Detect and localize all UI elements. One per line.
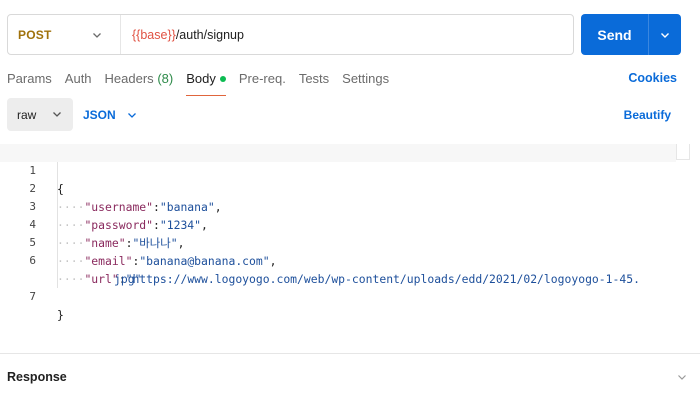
url-input[interactable]: {{base}}/auth/signup (121, 15, 573, 54)
response-section-title[interactable]: Response (7, 370, 67, 384)
chevron-down-icon (93, 33, 101, 38)
code-line: 7 } (0, 270, 63, 322)
url-variable: {{base}} (132, 27, 176, 42)
tab-label: Auth (64, 71, 92, 86)
chevron-down-icon (661, 32, 669, 38)
tab-label: Tests (298, 71, 330, 86)
send-button[interactable]: Send (581, 14, 648, 55)
tab-label: Headers (104, 71, 154, 86)
tab-params[interactable]: Params (7, 70, 52, 90)
tab-label: Params (7, 71, 52, 86)
tab-label: Body (186, 71, 216, 86)
body-language-label: JSON (83, 107, 116, 122)
beautify-button[interactable]: Beautify (624, 108, 671, 122)
tab-settings[interactable]: Settings (342, 70, 389, 90)
body-mode-select[interactable]: raw (7, 98, 73, 131)
tab-auth[interactable]: Auth (65, 70, 92, 90)
tab-pre-request[interactable]: Pre-req. (239, 70, 286, 90)
code-line: 3 ····"password":"1234", (0, 180, 208, 232)
chevron-down-icon[interactable] (676, 371, 688, 383)
code-line: 1 { (0, 144, 676, 196)
code-text: ····"url":"https://www.logoyogo.com/web/… (57, 272, 640, 286)
code-text: ····"email":"banana@banana.com", (57, 254, 277, 268)
code-line-wrapped: jpg" (0, 252, 141, 286)
active-dot-icon (219, 76, 226, 82)
code-line: 5 ····"email":"banana@banana.com", (0, 216, 276, 268)
send-options-button[interactable] (649, 14, 681, 55)
code-text: ····"password":"1234", (57, 218, 208, 232)
request-tabs: Params Auth Headers (8) Body Pre-req. Te… (7, 70, 402, 96)
pane-divider[interactable] (0, 353, 700, 354)
request-url-bar: POST {{base}}/auth/signup (7, 14, 574, 55)
body-mode-label: raw (17, 107, 37, 122)
body-language-select[interactable]: JSON (83, 98, 138, 131)
tab-headers[interactable]: Headers (8) (105, 70, 174, 90)
tab-body[interactable]: Body (186, 70, 226, 96)
code-line: 4 ····"name":"바나나", (0, 198, 184, 250)
code-text: } (57, 308, 64, 322)
chevron-down-icon (53, 112, 61, 117)
code-editor[interactable]: 1 { 2 ····"username":"banana", 3 ····"pa… (0, 144, 700, 352)
chevron-down-icon (127, 112, 136, 118)
method-select[interactable]: POST (8, 15, 121, 54)
method-label: POST (18, 27, 52, 42)
code-text: { (57, 182, 64, 196)
editor-scrollbar[interactable] (676, 144, 690, 160)
tab-label: Pre-req. (238, 71, 286, 86)
code-text: ····"name":"바나나", (57, 236, 185, 250)
url-path: /auth/signup (175, 27, 244, 42)
line-number: 7 (29, 290, 36, 303)
tab-tests[interactable]: Tests (299, 70, 329, 90)
cookies-link[interactable]: Cookies (628, 71, 677, 85)
code-line: 6 ····"url":"https://www.logoyogo.com/we… (0, 234, 640, 286)
code-text: jpg" (114, 272, 142, 286)
code-text: ····"username":"banana", (57, 200, 222, 214)
code-line: 2 ····"username":"banana", (0, 162, 221, 214)
send-button-group: Send (581, 14, 681, 55)
tab-label: Settings (342, 71, 390, 86)
headers-count: (8) (157, 71, 174, 86)
